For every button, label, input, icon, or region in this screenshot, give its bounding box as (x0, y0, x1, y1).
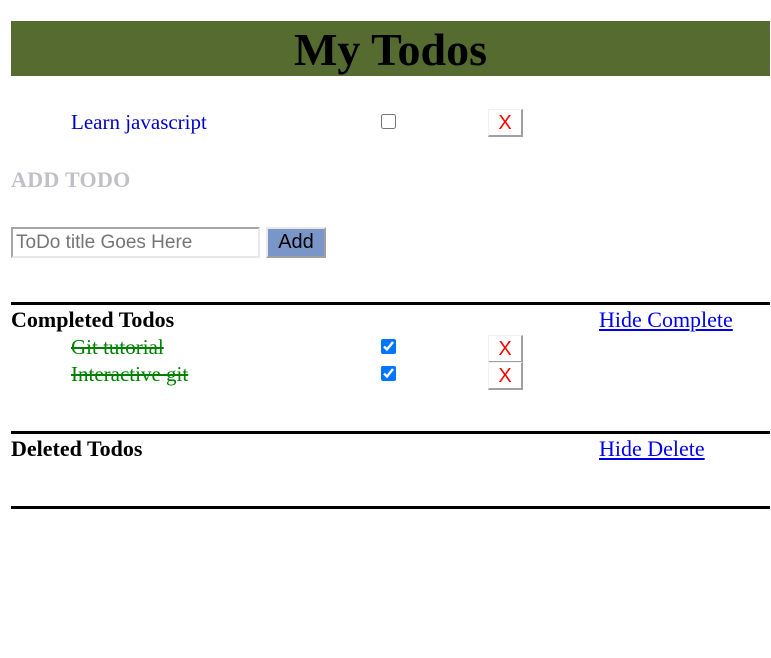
hide-delete-link[interactable]: Hide Delete (599, 436, 705, 462)
app-header: My Todos (11, 21, 770, 76)
deleted-todos-heading: Deleted Todos (11, 436, 143, 461)
completed-todos-heading: Completed Todos (11, 307, 175, 332)
todo-complete-checkbox[interactable] (381, 366, 396, 381)
hide-complete-link[interactable]: Hide Complete (599, 307, 733, 333)
delete-todo-button[interactable]: X (488, 335, 523, 363)
todo-title: Learn javascript (71, 110, 207, 134)
todo-complete-checkbox[interactable] (381, 114, 396, 129)
todo-title-input[interactable] (11, 227, 260, 258)
add-todo-button[interactable]: Add (266, 227, 326, 258)
page-title: My Todos (293, 24, 488, 75)
completed-todo-item: Git tutorial X (0, 334, 771, 363)
delete-todo-button[interactable]: X (488, 109, 523, 137)
todo-title: Git tutorial (71, 335, 164, 359)
section-divider (11, 431, 770, 434)
section-divider (11, 506, 770, 509)
delete-todo-button[interactable]: X (488, 362, 523, 390)
todo-item: Learn javascript X (0, 108, 771, 137)
todo-app: My Todos Learn javascript X ADD TODO Add… (0, 0, 771, 658)
completed-todo-item: Interactive git X (0, 361, 771, 390)
section-divider (11, 302, 770, 305)
todo-title: Interactive git (71, 362, 189, 386)
todo-complete-checkbox[interactable] (381, 339, 396, 354)
add-todo-heading: ADD TODO (11, 167, 131, 192)
